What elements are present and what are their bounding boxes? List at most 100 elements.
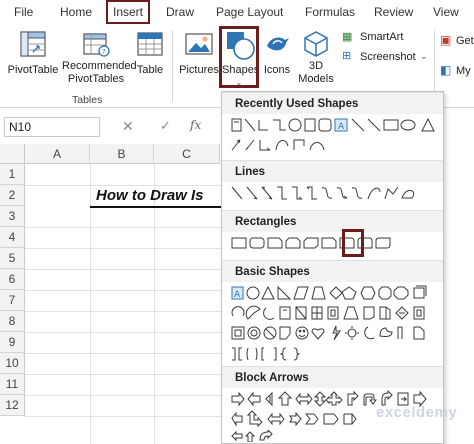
- text-shape: A: [334, 118, 348, 132]
- smartart-icon: ▦: [342, 31, 353, 43]
- row-header[interactable]: 12: [0, 395, 25, 416]
- tab-page-layout[interactable]: Page Layout: [216, 3, 283, 21]
- fx-icon[interactable]: fx: [190, 118, 201, 132]
- pictures-button[interactable]: Pictures: [178, 28, 220, 88]
- get-addins-button[interactable]: ▣ Get: [440, 34, 474, 50]
- gridline: [25, 374, 221, 375]
- tab-draw[interactable]: Draw: [166, 3, 194, 21]
- select-all-corner[interactable]: [0, 144, 25, 164]
- recommended-pivottables-label-1: Recommended: [62, 60, 137, 72]
- pivottable-button[interactable]: PivotTable: [6, 28, 60, 88]
- rectangles-row[interactable]: [230, 234, 435, 252]
- row-header[interactable]: 11: [0, 374, 25, 395]
- column-header-b[interactable]: B: [90, 144, 154, 164]
- gridline: [25, 353, 221, 354]
- cancel-icon[interactable]: ✕: [122, 118, 134, 135]
- recommended-pivottables-button[interactable]: ? Recommended PivotTables: [62, 28, 137, 88]
- tables-group-label: Tables: [72, 94, 103, 106]
- diagonal-line-shape: [351, 118, 365, 132]
- text-box-shape: [231, 118, 242, 132]
- table-button[interactable]: Table: [132, 28, 168, 88]
- row-header[interactable]: 7: [0, 290, 25, 311]
- diagonal-line-shape-2: [367, 118, 381, 132]
- gridline: [25, 227, 221, 228]
- svg-text:?: ?: [102, 48, 106, 56]
- gridline: [25, 248, 221, 249]
- oval-shape: [288, 118, 302, 132]
- connector-shape: [273, 119, 286, 131]
- block-arrows-row-3[interactable]: [230, 430, 435, 442]
- rectangle-shape-2: [383, 119, 399, 131]
- row-header[interactable]: 2: [0, 185, 25, 206]
- tab-file[interactable]: File: [14, 3, 33, 21]
- row-header[interactable]: 9: [0, 332, 25, 353]
- my-addins-button[interactable]: ◧ My: [440, 64, 474, 80]
- gridline: [25, 311, 221, 312]
- rectangle-highlight: [342, 229, 364, 257]
- round-diagonal-rect-shape: [375, 237, 391, 249]
- title-underline: [90, 206, 224, 208]
- column-header-a[interactable]: A: [25, 144, 90, 164]
- oval-shape-2: [400, 119, 416, 131]
- shapes-highlight: [219, 26, 259, 88]
- check-icon[interactable]: ✓: [160, 118, 171, 134]
- addins-icon: ◧: [440, 63, 452, 77]
- cube-icon: [304, 31, 328, 57]
- screenshot-chevron-down-icon: ⌄: [420, 51, 428, 61]
- row-header[interactable]: 4: [0, 227, 25, 248]
- screenshot-label: Screenshot: [360, 51, 416, 63]
- pictures-label: Pictures: [179, 64, 219, 76]
- row-header[interactable]: 3: [0, 206, 25, 227]
- basic-shapes-row-4[interactable]: [230, 344, 435, 364]
- table-label: Table: [136, 64, 164, 76]
- basic-shapes-row-1[interactable]: A: [230, 284, 435, 302]
- pivottable-label: PivotTable: [7, 64, 59, 76]
- smartart-button[interactable]: ▦ SmartArt: [342, 30, 426, 46]
- gridline: [25, 332, 221, 333]
- tab-formulas[interactable]: Formulas: [305, 3, 355, 21]
- gridline: [25, 416, 221, 417]
- rounded-rect-shape: [249, 237, 265, 249]
- tab-home[interactable]: Home: [60, 3, 92, 21]
- svg-text:A: A: [338, 122, 345, 132]
- column-header-c[interactable]: C: [154, 144, 220, 164]
- 3d-models-label-1: 3D: [308, 60, 324, 72]
- table-icon: [137, 32, 163, 56]
- ribbon-separator: [172, 30, 173, 102]
- my-addins-label: My: [456, 65, 471, 77]
- recent-shapes-row-2[interactable]: [230, 136, 330, 154]
- row-header[interactable]: 1: [0, 164, 25, 185]
- basic-shapes-row-2[interactable]: [230, 304, 435, 322]
- screenshot-button[interactable]: ⊞ Screenshot ⌄: [342, 50, 432, 66]
- section-basic-shapes: Basic Shapes: [222, 260, 443, 282]
- recent-shapes-row[interactable]: A: [230, 116, 435, 134]
- rect-shape: [231, 237, 247, 249]
- lines-row[interactable]: [230, 184, 435, 202]
- rounded-rect-shape: [318, 118, 332, 132]
- recommended-pivottables-label-2: PivotTables: [67, 73, 125, 85]
- watermark: exceldemy: [376, 404, 458, 421]
- row-header[interactable]: 10: [0, 353, 25, 374]
- name-box[interactable]: N10: [4, 117, 100, 137]
- icons-button[interactable]: Icons: [260, 28, 294, 88]
- snip-corner-rect-shape: [267, 237, 283, 249]
- tab-view[interactable]: View: [433, 3, 459, 21]
- gridline: [25, 395, 221, 396]
- 3d-models-button[interactable]: 3D Models: [296, 28, 336, 92]
- row-header[interactable]: 6: [0, 269, 25, 290]
- pivottable-icon: [20, 31, 46, 57]
- elbow-shape: [258, 120, 268, 131]
- row-header[interactable]: 8: [0, 311, 25, 332]
- basic-shapes-row-3[interactable]: [230, 324, 435, 344]
- shapes-dropdown: Recently Used Shapes A Lines Rectangles …: [221, 91, 444, 444]
- gridline: [25, 269, 221, 270]
- tab-review[interactable]: Review: [374, 3, 413, 21]
- get-addins-label: Get: [456, 35, 474, 47]
- section-recently-used: Recently Used Shapes: [222, 92, 443, 114]
- row-header[interactable]: 5: [0, 248, 25, 269]
- pictures-icon: [185, 33, 213, 55]
- tab-insert[interactable]: Insert: [106, 0, 151, 24]
- recommended-pivottables-icon: ?: [83, 33, 110, 57]
- snip-same-side-rect-shape: [285, 237, 301, 249]
- line-shape: [244, 118, 256, 132]
